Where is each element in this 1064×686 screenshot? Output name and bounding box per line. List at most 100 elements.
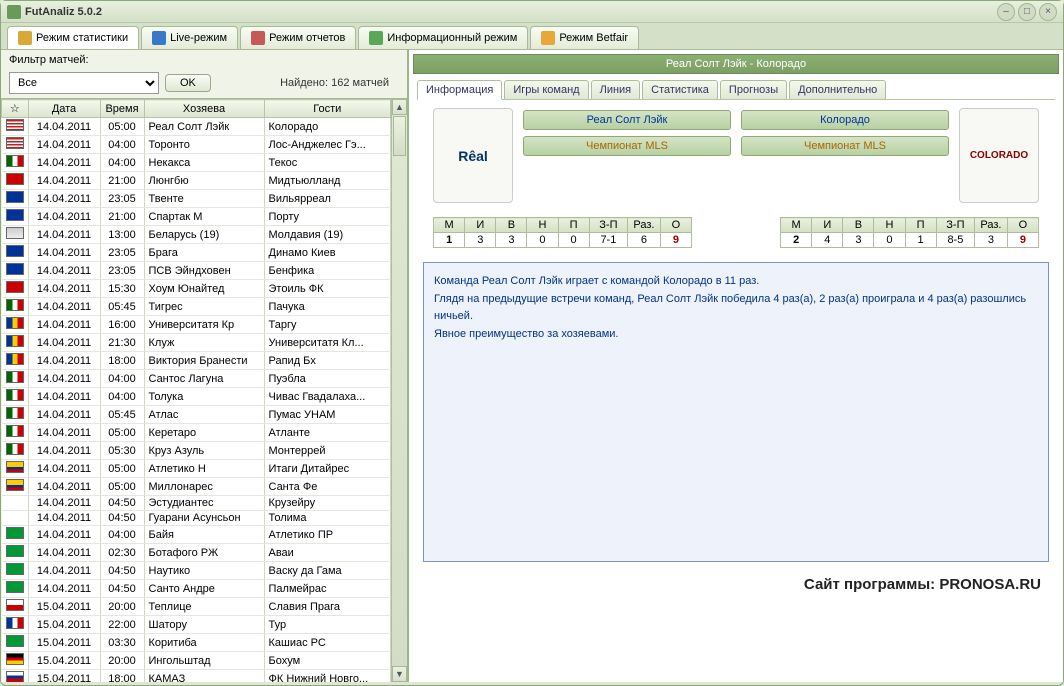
flag-icon — [6, 227, 24, 239]
table-row[interactable]: 14.04.201104:50Гуарани АсунсьонТолима — [2, 511, 391, 526]
flag-icon — [6, 545, 24, 557]
flag-icon — [6, 407, 24, 419]
team2-logo: COLORADO — [959, 108, 1039, 203]
flag-icon — [6, 209, 24, 221]
table-row[interactable]: 14.04.201102:30Ботафого РЖАваи — [2, 544, 391, 562]
titlebar: FutAnaliz 5.0.2 – □ × — [1, 1, 1063, 23]
match-grid[interactable]: ☆ Дата Время Хозяева Гости 14.04.201105:… — [1, 99, 391, 682]
col-time[interactable]: Время — [100, 100, 144, 118]
left-panel: Фильтр матчей: Все OK Найдено: 162 матче… — [1, 50, 409, 682]
table-row[interactable]: 14.04.201123:05БрагаДинамо Киев — [2, 244, 391, 262]
scroll-up-icon[interactable]: ▲ — [392, 99, 407, 115]
info-tabs: ИнформацияИгры командЛинияСтатистикаПрог… — [417, 80, 1055, 100]
table-row[interactable]: 14.04.201105:00КеретароАтланте — [2, 424, 391, 442]
main-tab-2[interactable]: Режим отчетов — [240, 26, 356, 49]
flag-icon — [6, 371, 24, 383]
table-row[interactable]: 14.04.201105:00Реал Солт ЛэйкКолорадо — [2, 118, 391, 136]
table-row[interactable]: 15.04.201122:00ШаторуТур — [2, 616, 391, 634]
tab-icon — [369, 31, 383, 45]
stats-table-1: МИВНПЗ-ПРаз.О133007-169 — [433, 217, 692, 248]
table-row[interactable]: 14.04.201123:05ТвентеВильярреал — [2, 190, 391, 208]
main-tab-3[interactable]: Информационный режим — [358, 26, 528, 49]
team2-name-button[interactable]: Колорадо — [741, 110, 949, 130]
tab-label: Режим Betfair — [559, 32, 628, 44]
filter-label: Фильтр матчей: — [9, 54, 89, 66]
scroll-down-icon[interactable]: ▼ — [392, 666, 407, 682]
info-tab-4[interactable]: Прогнозы — [720, 80, 787, 99]
table-row[interactable]: 14.04.201104:50ЭстудиантесКрузейру — [2, 496, 391, 511]
main-tab-0[interactable]: Режим статистики — [7, 26, 139, 49]
info-tab-3[interactable]: Статистика — [642, 80, 718, 99]
tab-label: Режим отчетов — [269, 32, 345, 44]
flag-icon — [6, 527, 24, 539]
tab-icon — [18, 31, 32, 45]
footer-text: Сайт программы: PRONOSA.RU — [413, 570, 1059, 599]
table-row[interactable]: 15.04.201120:00ТеплицеСлавия Прага — [2, 598, 391, 616]
table-row[interactable]: 14.04.201121:00ЛюнгбюМидтьюлланд — [2, 172, 391, 190]
tab-icon — [541, 31, 555, 45]
table-row[interactable]: 14.04.201118:00Виктория БранестиРапид Бх — [2, 352, 391, 370]
col-star[interactable]: ☆ — [2, 100, 29, 118]
flag-icon — [6, 635, 24, 647]
table-row[interactable]: 14.04.201123:05ПСВ ЭйндховенБенфика — [2, 262, 391, 280]
table-row[interactable]: 15.04.201120:00ИнгольштадБохум — [2, 652, 391, 670]
table-row[interactable]: 14.04.201104:00ТоронтоЛос-Анджелес Гэ... — [2, 136, 391, 154]
table-row[interactable]: 14.04.201105:00Атлетико НИтаги Дитайрес — [2, 460, 391, 478]
close-button[interactable]: × — [1039, 3, 1057, 21]
table-row[interactable]: 14.04.201104:50НаутикоВаску да Гама — [2, 562, 391, 580]
window-title: FutAnaliz 5.0.2 — [25, 6, 994, 18]
scroll-thumb[interactable] — [393, 116, 406, 156]
team1-champ-button[interactable]: Чемпионат MLS — [523, 136, 731, 156]
flag-icon — [6, 353, 24, 365]
filter-select[interactable]: Все — [9, 72, 159, 94]
info-text: Команда Реал Солт Лэйк играет с командой… — [423, 262, 1049, 562]
table-row[interactable]: 14.04.201121:00Спартак МПорту — [2, 208, 391, 226]
col-guest[interactable]: Гости — [264, 100, 391, 118]
table-row[interactable]: 15.04.201118:00КАМАЗФК Нижний Новго... — [2, 670, 391, 683]
table-row[interactable]: 14.04.201105:30Круз АзульМонтеррей — [2, 442, 391, 460]
table-row[interactable]: 14.04.201121:30КлужУниверситатя Кл... — [2, 334, 391, 352]
info-tab-2[interactable]: Линия — [591, 80, 641, 99]
table-row[interactable]: 14.04.201105:45ТигресПачука — [2, 298, 391, 316]
table-row[interactable]: 14.04.201115:30Хоум ЮнайтедЭтоиль ФК — [2, 280, 391, 298]
table-row[interactable]: 14.04.201113:00Беларусь (19)Молдавия (19… — [2, 226, 391, 244]
maximize-button[interactable]: □ — [1018, 3, 1036, 21]
team1-logo: Rêal — [433, 108, 513, 203]
info-tab-1[interactable]: Игры команд — [504, 80, 588, 99]
tab-label: Информационный режим — [387, 32, 517, 44]
table-row[interactable]: 14.04.201104:00Сантос ЛагунаПуэбла — [2, 370, 391, 388]
minimize-button[interactable]: – — [997, 3, 1015, 21]
flag-icon — [6, 581, 24, 593]
table-row[interactable]: 14.04.201104:00ТолукаЧивас Гвадалаха... — [2, 388, 391, 406]
flag-icon — [6, 653, 24, 665]
info-tab-5[interactable]: Дополнительно — [789, 80, 886, 99]
tab-label: Режим статистики — [36, 32, 128, 44]
tab-label: Live-режим — [170, 32, 227, 44]
app-icon — [7, 5, 21, 19]
flag-icon — [6, 173, 24, 185]
col-host[interactable]: Хозяева — [144, 100, 264, 118]
flag-icon — [6, 335, 24, 347]
ok-button[interactable]: OK — [165, 74, 211, 92]
flag-icon — [6, 155, 24, 167]
info-tab-0[interactable]: Информация — [417, 80, 502, 100]
table-row[interactable]: 14.04.201105:00МиллонаресСанта Фе — [2, 478, 391, 496]
table-row[interactable]: 14.04.201104:00НекаксаТекос — [2, 154, 391, 172]
main-tab-4[interactable]: Режим Betfair — [530, 26, 639, 49]
table-row[interactable]: 15.04.201103:30КоритибаКашиас РС — [2, 634, 391, 652]
scrollbar[interactable]: ▲ ▼ — [391, 99, 407, 682]
team1-name-button[interactable]: Реал Солт Лэйк — [523, 110, 731, 130]
table-row[interactable]: 14.04.201104:00БайяАтлетико ПР — [2, 526, 391, 544]
main-tab-1[interactable]: Live-режим — [141, 26, 238, 49]
team2-champ-button[interactable]: Чемпионат MLS — [741, 136, 949, 156]
main-tabs: Режим статистики Live-режим Режим отчетов И… — [1, 23, 1063, 50]
col-date[interactable]: Дата — [28, 100, 100, 118]
table-row[interactable]: 14.04.201105:45АтласПумас УНАМ — [2, 406, 391, 424]
flag-icon — [6, 617, 24, 629]
table-row[interactable]: 14.04.201116:00Университатя КрТаргу — [2, 316, 391, 334]
flag-icon — [6, 317, 24, 329]
table-row[interactable]: 14.04.201104:50Санто АндреПалмейрас — [2, 580, 391, 598]
flag-icon — [6, 281, 24, 293]
match-title: Реал Солт Лэйк - Колорадо — [413, 54, 1059, 74]
flag-icon — [6, 425, 24, 437]
